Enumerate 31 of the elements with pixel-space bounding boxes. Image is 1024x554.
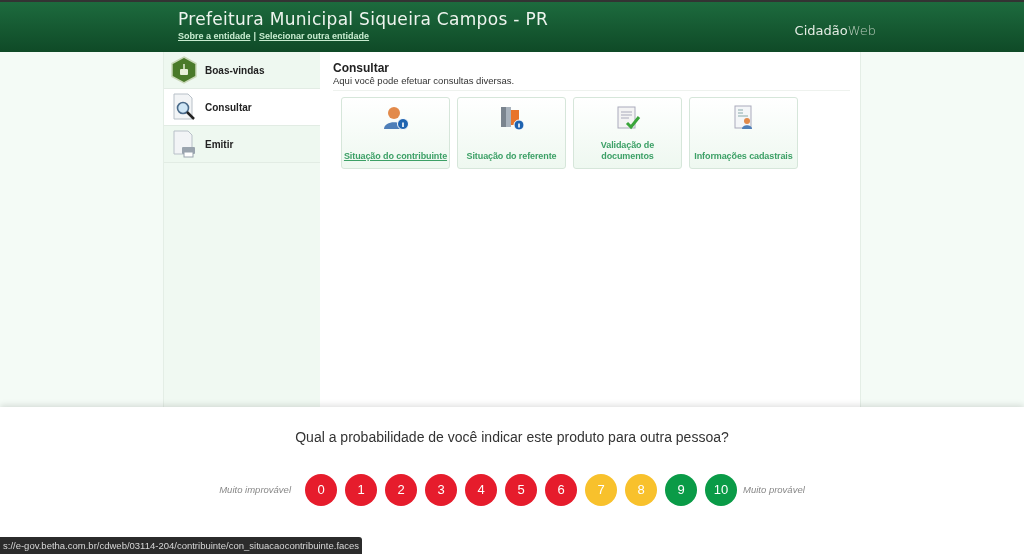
query-card[interactable]: Informações cadastrais bbox=[689, 97, 798, 169]
sidebar-item[interactable]: Consultar bbox=[164, 89, 320, 126]
entity-link[interactable]: Selecionar outra entidade bbox=[259, 30, 370, 42]
binders-info-icon bbox=[498, 105, 525, 131]
survey-question: Qual a probabilidade de você indicar este produto para outra pessoa? bbox=[295, 428, 729, 447]
query-card[interactable]: Validação de documentos bbox=[573, 97, 682, 169]
query-card[interactable]: Situação do referente bbox=[457, 97, 566, 169]
status-bar: s://e-gov.betha.com.br/cdweb/03114-204/contribuinte/con_situacaocontribuinte.faces bbox=[0, 537, 363, 554]
score-button[interactable]: 10 bbox=[705, 474, 737, 506]
magnifier-document-icon bbox=[171, 93, 197, 121]
hexagon-icon bbox=[171, 56, 197, 84]
person-info-icon bbox=[382, 105, 409, 131]
brand-logo: CidadãoWeb bbox=[794, 22, 876, 40]
score-button[interactable]: 9 bbox=[665, 474, 697, 506]
document-check-icon bbox=[614, 105, 641, 131]
scale-high-label: Muito provável bbox=[743, 482, 805, 497]
score-button[interactable]: 5 bbox=[505, 474, 537, 506]
query-card[interactable]: Situação do contribuinte bbox=[341, 97, 450, 169]
scale-low-label: Muito improvável bbox=[219, 482, 291, 497]
document-printer-icon bbox=[171, 130, 197, 158]
score-button[interactable]: 3 bbox=[425, 474, 457, 506]
score-button[interactable]: 1 bbox=[345, 474, 377, 506]
entity-link[interactable]: Sobre a entidade bbox=[178, 30, 251, 42]
score-button[interactable]: 2 bbox=[385, 474, 417, 506]
score-button[interactable]: 4 bbox=[465, 474, 497, 506]
score-button[interactable]: 0 bbox=[305, 474, 337, 506]
score-button[interactable]: 6 bbox=[545, 474, 577, 506]
page-subtitle: Aqui você pode efetuar consultas diversas. bbox=[333, 75, 516, 86]
link-separator: | bbox=[253, 30, 257, 42]
page-title: Consultar bbox=[333, 61, 390, 75]
site-title: Prefeitura Municipal Siqueira Campos - PR bbox=[178, 8, 549, 30]
